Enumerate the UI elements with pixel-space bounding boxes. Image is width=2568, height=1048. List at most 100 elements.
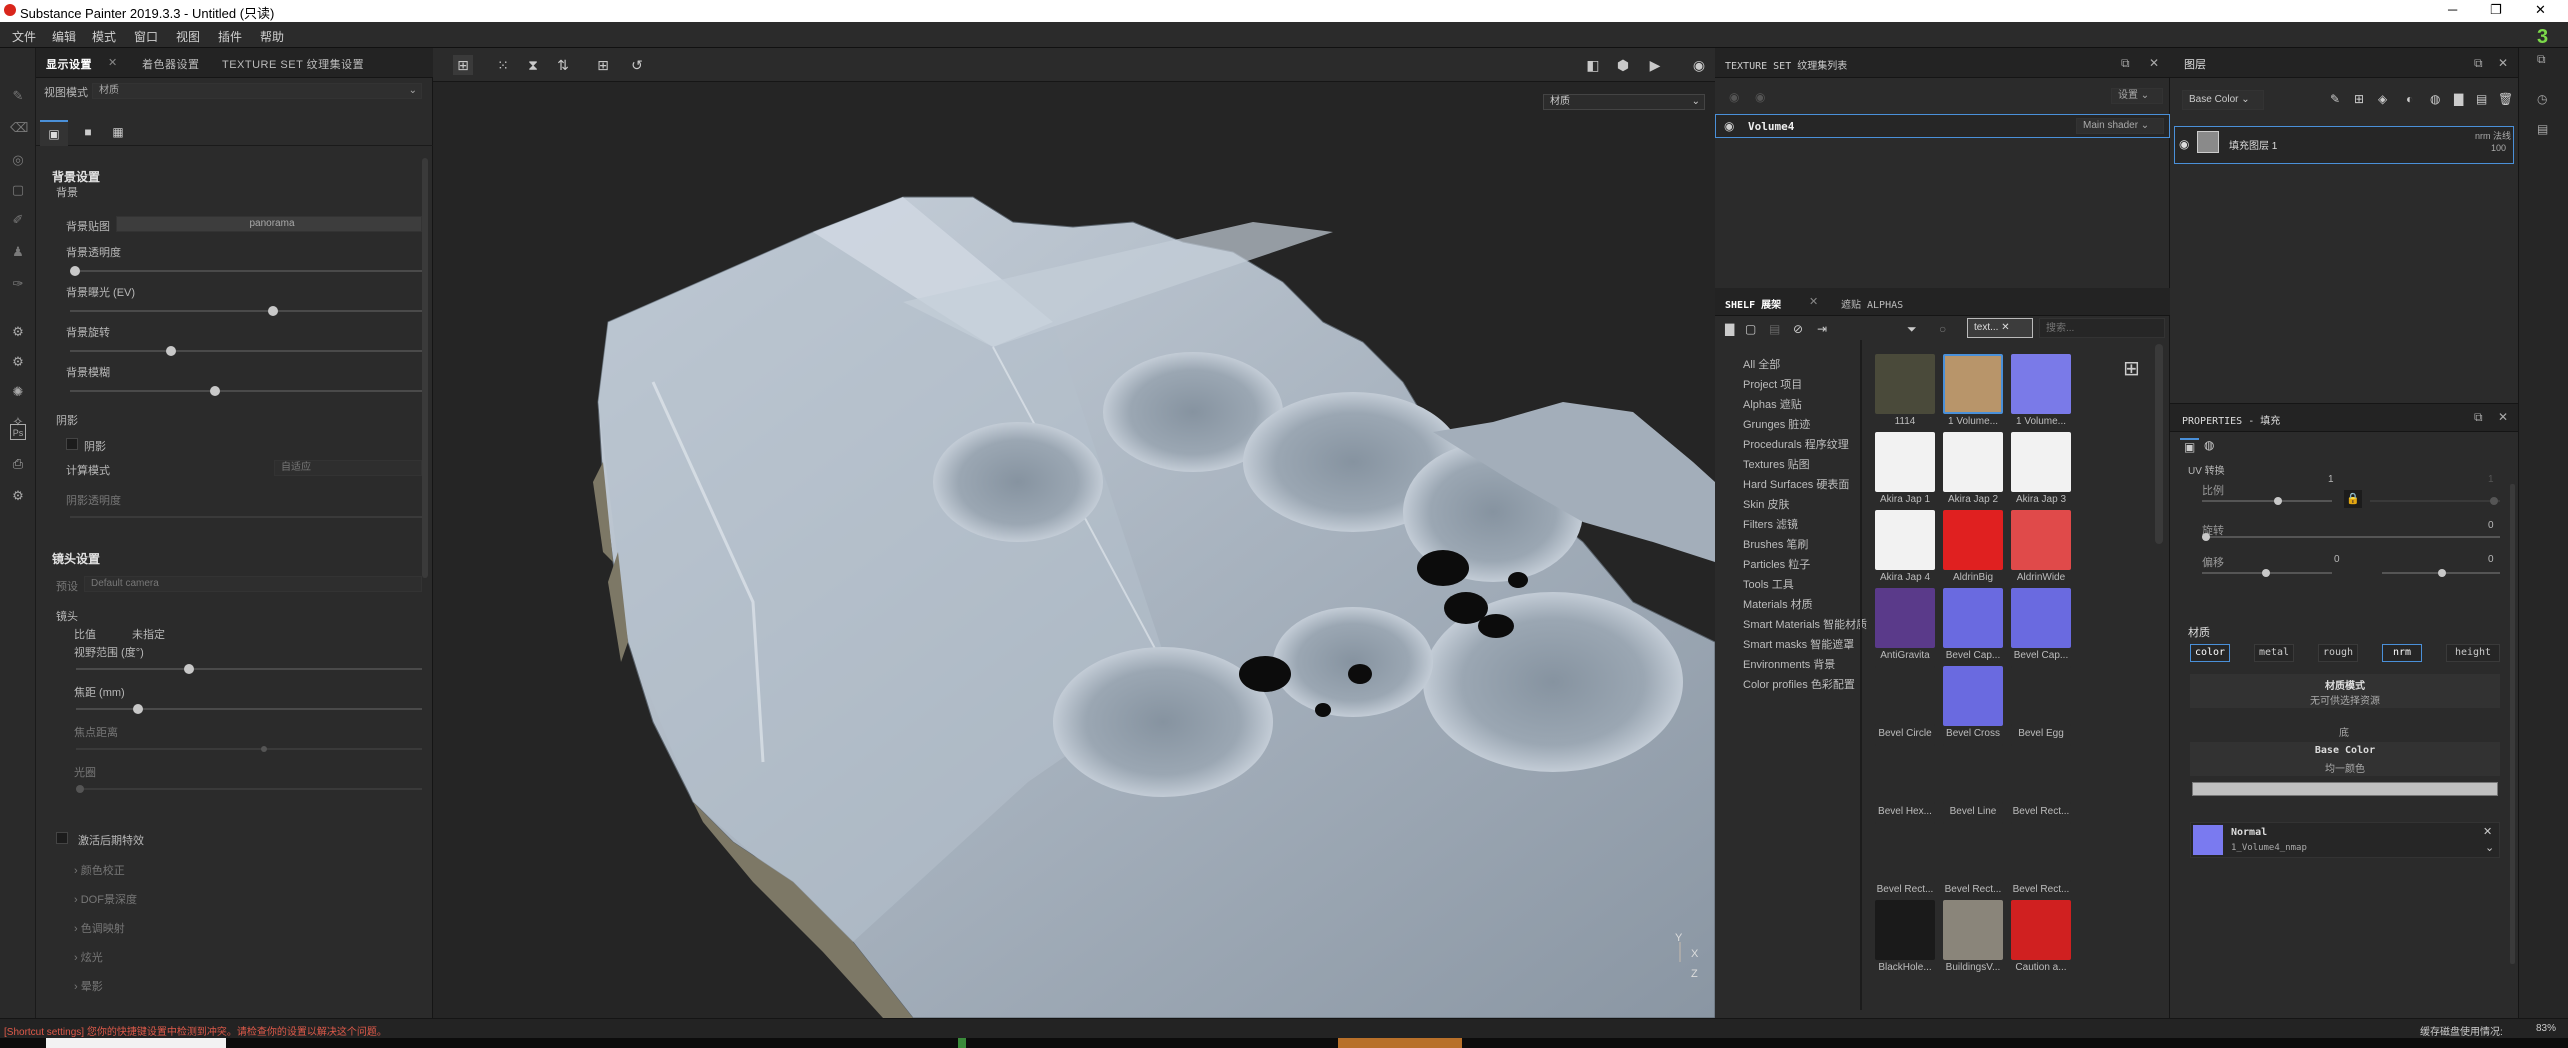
shelf-thumbnail[interactable] [1943,510,2003,570]
photoshop-icon[interactable]: Ps [10,424,26,440]
fill-layer-icon[interactable]: ◈ [2378,92,2387,106]
post-fx-checkbox[interactable] [56,832,68,844]
layer-opacity[interactable]: 100 [2491,143,2506,153]
delete-icon[interactable]: 🗑 [2498,92,2513,106]
add-icon[interactable]: ⊞ [593,55,613,75]
settings-icon[interactable]: ⚙ [10,324,26,340]
offset-knob-2[interactable] [2438,569,2446,577]
shelf-thumbnail[interactable] [2011,432,2071,492]
shelf-thumbnail[interactable] [1943,588,2003,648]
menu-mode[interactable]: 模式 [92,28,116,45]
shelf-category-item[interactable]: Environments 背景 [1743,656,1835,672]
folder-icon[interactable]: ▇ [2454,92,2463,106]
scale-knob-2[interactable] [2490,497,2498,505]
shelf-category-item[interactable]: Tools 工具 [1743,576,1794,592]
clone-icon[interactable]: ♟ [10,244,26,260]
projection-icon[interactable]: ◎ [10,152,26,168]
bake-icon[interactable]: ⚙ [10,354,26,370]
shelf-thumbnail[interactable] [1875,822,1935,882]
close-icon[interactable]: ✕ [2149,56,2159,70]
grid-view-icon[interactable]: ⊞ [2123,356,2140,381]
base-color-swatch[interactable] [2192,782,2498,796]
shelf-scrollbar[interactable] [2155,344,2163,544]
properties-scrollbar[interactable] [2510,484,2515,964]
shader-select[interactable]: Main shader ⌄ [2076,118,2164,134]
visibility-icon[interactable]: ◉ [1724,119,1734,133]
shelf-thumbnail[interactable] [1943,900,2003,960]
taskbar-item[interactable] [1338,1038,1462,1048]
shelf-thumbnail[interactable] [1875,588,1935,648]
shelf-thumbnail[interactable] [2011,744,2071,804]
shelf-thumbnail[interactable] [1875,744,1935,804]
channel-color-toggle[interactable]: color [2190,644,2230,662]
tab-display-settings[interactable]: 显示设置 [46,56,92,72]
bg-opacity-knob[interactable] [70,266,80,276]
bg-map-field[interactable]: panorama [116,216,422,232]
focal-slider[interactable] [76,704,422,714]
shelf-category-item[interactable]: Particles 粒子 [1743,556,1810,572]
channel-height-toggle[interactable]: height [2446,644,2500,662]
channel-nrm-toggle[interactable]: nrm [2382,644,2422,662]
export-icon[interactable]: ⎙ [10,456,26,472]
shadow-checkbox[interactable] [66,438,78,450]
symmetry-vertical-icon[interactable]: ⇅ [553,55,573,75]
shelf-category-item[interactable]: Brushes 笔刷 [1743,536,1808,552]
eye-alt-icon[interactable]: ◉ [1755,90,1765,104]
duplicate-icon[interactable]: ▤ [2476,92,2487,106]
fov-knob[interactable] [183,664,194,674]
float-icon[interactable]: ⧉ [2537,52,2546,67]
rotation-slider[interactable] [2202,533,2500,541]
shelf-search-input[interactable] [2039,318,2165,338]
add-layer-icon[interactable]: ⊞ [2354,92,2364,106]
filter-tag[interactable]: text... ✕ [1967,318,2033,338]
menu-edit[interactable]: 编辑 [52,28,76,45]
post-item-vignette[interactable]: › 晕影 [74,978,103,994]
folder-icon[interactable]: ▇ [1725,322,1734,336]
bg-blur-knob[interactable] [210,386,221,396]
shelf-thumbnail[interactable] [1875,666,1935,726]
mask-icon[interactable]: ◐ [2406,92,2413,106]
close-icon[interactable]: ✕ [2498,410,2508,424]
shelf-thumbnail[interactable] [1875,900,1935,960]
channel-metal-toggle[interactable]: metal [2254,644,2294,662]
scale-knob[interactable] [2274,497,2282,505]
shelf-thumbnail[interactable] [2011,354,2071,414]
paint-brush-icon[interactable]: ✎ [10,88,26,104]
shelf-thumbnail[interactable] [1943,432,2003,492]
menu-help[interactable]: 帮助 [260,28,284,45]
clock-icon[interactable]: ◷ [2537,92,2547,106]
geometry-mask-icon[interactable]: ▢ [10,182,26,198]
scale-slider[interactable] [2202,497,2332,505]
shelf-category-item[interactable]: Skin 皮肤 [1743,496,1789,512]
calc-mode-field[interactable]: 自适应 [274,460,422,476]
float-icon[interactable]: ⧉ [2474,56,2483,71]
camera-view-icon[interactable]: ◧ [1583,55,1603,75]
video-icon[interactable]: ▶ [1645,55,1665,75]
image-tab-icon[interactable]: ▣ [40,120,68,146]
import-icon[interactable]: ⇥ [1817,322,1827,336]
funnel-icon[interactable]: ⏷ [1907,322,1917,337]
shelf-category-item[interactable]: Grunges 脏迹 [1743,416,1810,432]
eye-icon[interactable]: ◉ [1729,90,1739,104]
camera-preset-field[interactable]: Default camera [84,576,422,592]
properties-tab-icon[interactable]: ▣ [2180,438,2200,454]
focus-distance-slider[interactable] [76,746,422,752]
save-icon[interactable]: ▤ [1769,322,1780,336]
offset-slider-2[interactable] [2382,569,2500,577]
panel-scrollbar[interactable] [422,158,428,578]
3d-cube-icon[interactable]: ⬢ [1613,55,1633,75]
shelf-thumbnail[interactable] [2011,822,2071,882]
shelf-thumbnail[interactable] [1875,432,1935,492]
material-mode-box[interactable]: 材质模式 无可供选择资源 [2190,674,2500,708]
shelf-thumbnail[interactable] [2011,510,2071,570]
bg-exposure-knob[interactable] [268,306,279,316]
menu-plugins[interactable]: 插件 [218,28,242,45]
focus-distance-knob[interactable] [260,746,267,752]
shelf-thumbnail[interactable] [2011,588,2071,648]
shadow-opacity-slider[interactable] [70,516,422,518]
visibility-icon[interactable]: ◉ [2179,137,2189,151]
post-item-color-correction[interactable]: › 颜色校正 [74,862,125,878]
close-icon[interactable]: ✕ [2498,56,2508,70]
shelf-category-item[interactable]: Smart masks 智能遮罩 [1743,636,1854,652]
paint-layer-icon[interactable]: ✎ [2330,92,2340,106]
